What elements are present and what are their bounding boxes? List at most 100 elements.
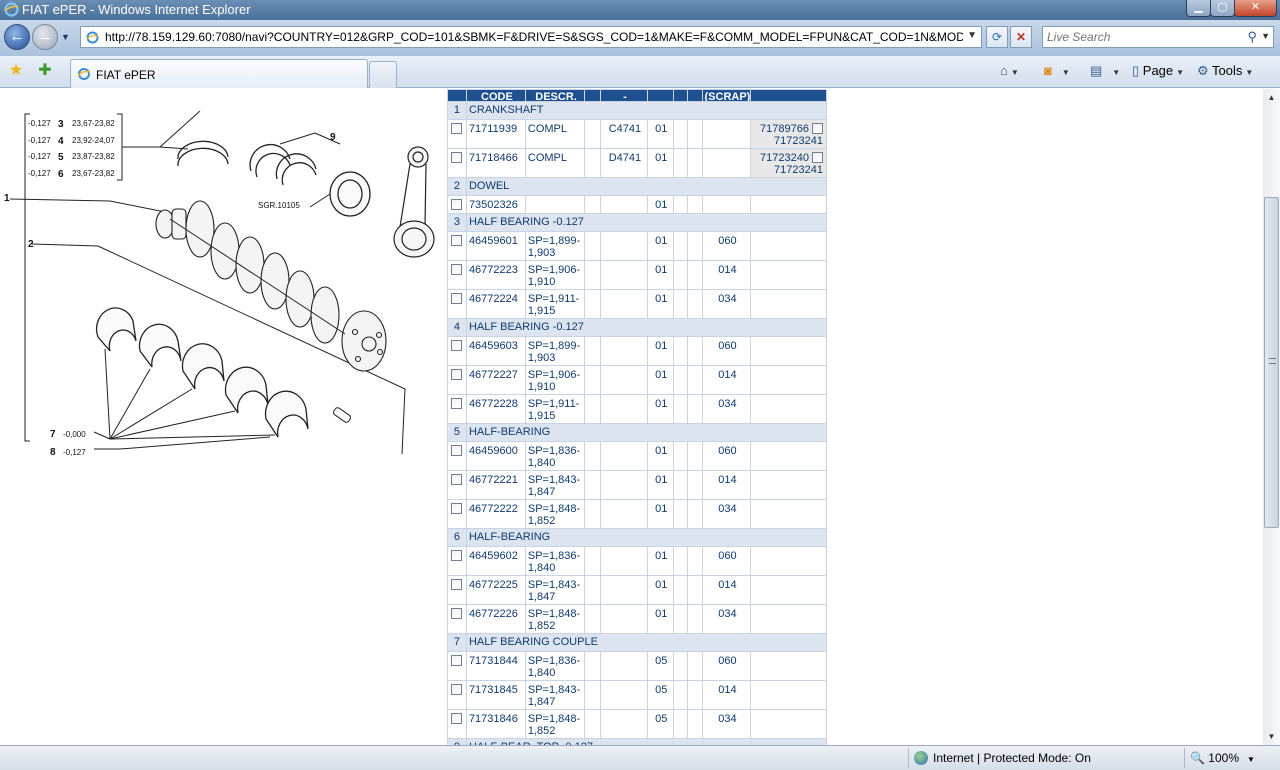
row-checkbox[interactable] <box>451 655 463 666</box>
part-code[interactable]: 73502326 <box>465 195 526 214</box>
row-checkbox[interactable] <box>451 608 463 619</box>
scrap-code[interactable]: 71723241 <box>774 164 823 176</box>
part-code[interactable]: 71731845 <box>465 680 526 710</box>
feeds-button[interactable]: ◙ ▼ <box>1044 63 1070 78</box>
row-checkbox[interactable] <box>451 293 463 304</box>
table-row[interactable]: 46772225 SP=1,843-1,847 01 014 <box>447 575 827 605</box>
row-checkbox[interactable] <box>451 199 463 210</box>
scroll-down-icon[interactable]: ▼ <box>1263 728 1280 745</box>
part-variant <box>600 394 648 424</box>
table-row[interactable]: 71718466 COMPL D4741 01 71723240 71723241 <box>447 148 827 178</box>
row-checkbox[interactable] <box>451 550 463 561</box>
table-row[interactable]: 71711939 COMPL C4741 01 71789766 71723241 <box>447 119 827 149</box>
part-code[interactable]: 46772225 <box>465 575 526 605</box>
header-cell-4: - <box>600 89 648 102</box>
minimize-button[interactable]: ▁ <box>1186 0 1211 17</box>
table-row[interactable]: 46459601 SP=1,899-1,903 01 060 <box>447 231 827 261</box>
part-code[interactable]: 71731844 <box>465 651 526 681</box>
scrap-code[interactable]: 71789766 <box>760 123 809 135</box>
zoom-control[interactable]: 🔍 100% ▼ <box>1190 751 1255 765</box>
table-row[interactable]: 46772222 SP=1,848-1,852 01 034 <box>447 499 827 529</box>
part-code[interactable]: 46459602 <box>465 546 526 576</box>
part-code[interactable]: 46772226 <box>465 604 526 634</box>
vertical-scrollbar[interactable]: ▲ ▼ <box>1263 89 1280 745</box>
row-checkbox[interactable] <box>451 474 463 485</box>
zoom-dropdown-icon[interactable]: ▼ <box>1247 755 1255 764</box>
scrap-code[interactable]: 71723240 <box>760 152 809 164</box>
row-checkbox[interactable] <box>451 503 463 514</box>
group-header-row: 2 DOWEL <box>447 177 828 196</box>
row-checkbox[interactable] <box>451 264 463 275</box>
maximize-button[interactable]: ▢ <box>1210 0 1235 17</box>
new-tab-button[interactable] <box>369 61 397 88</box>
home-dropdown-icon[interactable]: ▼ <box>1011 68 1019 77</box>
security-zone[interactable]: Internet | Protected Mode: On <box>914 751 1091 765</box>
header-cell-3 <box>584 89 602 102</box>
table-row[interactable]: 46459602 SP=1,836-1,840 01 060 <box>447 546 827 576</box>
part-code[interactable]: 71711939 <box>465 119 526 149</box>
back-button[interactable]: ← <box>4 24 30 50</box>
row-checkbox[interactable] <box>451 579 463 590</box>
history-dropdown-icon[interactable]: ▼ <box>61 32 70 42</box>
scroll-up-icon[interactable]: ▲ <box>1263 89 1280 106</box>
table-row[interactable]: 46772227 SP=1,906-1,910 01 014 <box>447 365 827 395</box>
url-text[interactable]: http://78.159.129.60:7080/navi?COUNTRY=0… <box>105 30 963 44</box>
row-checkbox[interactable] <box>451 398 463 409</box>
part-code[interactable]: 71731846 <box>465 709 526 739</box>
table-row[interactable]: 46772223 SP=1,906-1,910 01 014 <box>447 260 827 290</box>
address-bar[interactable]: http://78.159.129.60:7080/navi?COUNTRY=0… <box>80 26 982 48</box>
part-code[interactable]: 46459603 <box>465 336 526 366</box>
refresh-button[interactable]: ⟳ <box>986 26 1008 48</box>
stop-button[interactable]: ✕ <box>1010 26 1032 48</box>
table-row[interactable]: 71731845 SP=1,843-1,847 05 014 <box>447 680 827 710</box>
part-code[interactable]: 46459600 <box>465 441 526 471</box>
table-row[interactable]: 46772228 SP=1,911-1,915 01 034 <box>447 394 827 424</box>
row-checkbox[interactable] <box>451 235 463 246</box>
close-window-button[interactable]: ✕ <box>1234 0 1277 17</box>
part-cell <box>672 336 689 366</box>
address-dropdown-icon[interactable]: ▼ <box>967 30 977 41</box>
part-code[interactable]: 46772227 <box>465 365 526 395</box>
favorites-star-icon[interactable]: ★ <box>7 62 25 80</box>
part-code[interactable]: 71718466 <box>465 148 526 178</box>
tools-menu[interactable]: ⚙ Tools ▼ <box>1197 63 1253 79</box>
home-button[interactable]: ⌂ ▼ <box>1000 63 1019 78</box>
row-checkbox[interactable] <box>451 713 463 724</box>
part-code[interactable]: 46772228 <box>465 394 526 424</box>
table-row[interactable]: 71731846 SP=1,848-1,852 05 034 <box>447 709 827 739</box>
search-icon[interactable]: ⚲ <box>1247 29 1257 45</box>
search-dropdown-icon[interactable]: ▼ <box>1261 31 1270 41</box>
table-row[interactable]: 73502326 01 <box>447 195 827 214</box>
table-row[interactable]: 46772226 SP=1,848-1,852 01 034 <box>447 604 827 634</box>
row-checkbox[interactable] <box>451 152 463 163</box>
diagram-label-r4b: 4 <box>58 136 64 147</box>
row-checkbox[interactable] <box>451 445 463 456</box>
scrap-checkbox[interactable] <box>812 152 823 163</box>
page-menu[interactable]: ▯ Page ▼ <box>1132 63 1184 79</box>
table-row[interactable]: 46772221 SP=1,843-1,847 01 014 <box>447 470 827 500</box>
scrollbar-thumb[interactable] <box>1264 197 1279 528</box>
part-code[interactable]: 46772223 <box>465 260 526 290</box>
row-checkbox[interactable] <box>451 123 463 134</box>
search-input[interactable] <box>1047 29 1243 45</box>
print-button[interactable]: ▤ ▼ <box>1090 63 1120 79</box>
add-favorites-icon[interactable]: ✚ <box>36 62 54 80</box>
table-row[interactable]: 71731844 SP=1,836-1,840 05 060 <box>447 651 827 681</box>
table-row[interactable]: 46772224 SP=1,911-1,915 01 034 <box>447 289 827 319</box>
row-checkbox[interactable] <box>451 340 463 351</box>
tab-fiat-eper[interactable]: FIAT ePER <box>70 59 368 88</box>
row-checkbox[interactable] <box>451 684 463 695</box>
scrap-checkbox[interactable] <box>812 123 823 134</box>
feeds-dropdown-icon[interactable]: ▼ <box>1062 68 1070 77</box>
row-checkbox[interactable] <box>451 369 463 380</box>
part-code[interactable]: 46772224 <box>465 289 526 319</box>
scrap-code[interactable]: 71723241 <box>774 135 823 147</box>
part-code[interactable]: 46772221 <box>465 470 526 500</box>
print-dropdown-icon[interactable]: ▼ <box>1112 68 1120 77</box>
table-row[interactable]: 46459600 SP=1,836-1,840 01 060 <box>447 441 827 471</box>
part-code[interactable]: 46459601 <box>465 231 526 261</box>
table-row[interactable]: 46459603 SP=1,899-1,903 01 060 <box>447 336 827 366</box>
forward-button[interactable]: → <box>32 24 58 50</box>
part-code[interactable]: 46772222 <box>465 499 526 529</box>
search-box[interactable]: ⚲ ▼ <box>1042 26 1274 48</box>
